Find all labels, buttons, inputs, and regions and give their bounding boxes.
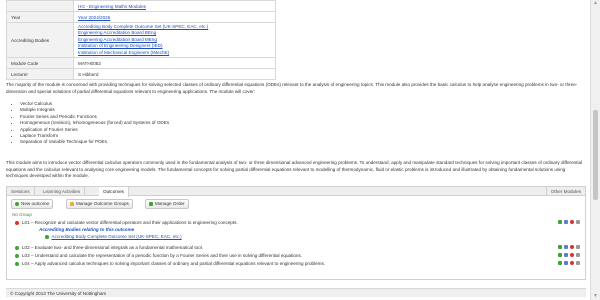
accrediting-body-link[interactable]: Engineering Accreditation Board BEng: [78, 30, 156, 35]
status-icon: [15, 253, 19, 258]
accrediting-body-link[interactable]: Engineering Accreditation Board MEng: [78, 37, 157, 42]
status-icon: [15, 220, 19, 225]
tab-learning-activities[interactable]: Learning Activities: [39, 187, 86, 196]
edit-icon[interactable]: [558, 261, 562, 265]
accrediting-body-link[interactable]: Institution of Engineering Designers (IE…: [78, 43, 163, 48]
delete-icon[interactable]: [570, 253, 574, 257]
row-actions: [556, 261, 580, 268]
outcome-text: L03 – Understand and calculate the repre…: [22, 253, 303, 258]
accrediting-body-link[interactable]: Institution of Mechanical Engineers (IMe…: [78, 50, 169, 55]
new-outcome-button[interactable]: New outcome: [11, 199, 54, 209]
delete-icon[interactable]: [570, 220, 574, 224]
outcome-accrediting-item: Accrediting Body Complete Outcome Set (U…: [45, 234, 182, 239]
edit-icon[interactable]: [558, 253, 562, 257]
delete-icon[interactable]: [570, 261, 574, 265]
outcome-row[interactable]: L04 – Apply advanced calculus techniques…: [15, 260, 580, 267]
lecturer-value: S Hibberd: [73, 68, 276, 81]
programme-value: HG - Engineering Maths Modules: [73, 0, 276, 12]
topic-list: Vector Calculus Multiple Integrals Fouri…: [6, 101, 169, 146]
delete-icon[interactable]: [570, 245, 574, 249]
scrollbar[interactable]: ▲ ▼: [590, 0, 600, 300]
accrediting-body-link[interactable]: Accrediting Body Complete Outcome Set (U…: [78, 24, 208, 29]
manage-order-button[interactable]: Manage Order: [145, 199, 189, 209]
module-description: The majority of the module is concerned …: [6, 82, 578, 94]
outcome-row[interactable]: L03 – Understand and calculate the repre…: [15, 252, 580, 259]
tab-other-modules[interactable]: Other Modules: [545, 187, 585, 196]
module-aims: This module aims to introduce vector dif…: [6, 160, 583, 179]
status-icon: [15, 261, 19, 266]
edit-icon[interactable]: [558, 220, 562, 224]
outcome-row[interactable]: L02 – Evaluate two- and three-dimensiona…: [15, 244, 580, 251]
outcome-text: L01 – Recognize and calculate vector dif…: [22, 220, 238, 225]
document-icon[interactable]: [576, 220, 580, 224]
document-icon[interactable]: [576, 261, 580, 265]
status-icon: [15, 245, 19, 250]
outcome-accrediting-link[interactable]: Accrediting Body Complete Outcome Set (U…: [52, 234, 182, 239]
module-page: HG - Engineering Maths Modules Year Year…: [6, 0, 586, 300]
manage-outcome-groups-button[interactable]: Manage Outcome Groups: [66, 199, 133, 209]
scroll-up-icon[interactable]: ▲: [593, 1, 598, 6]
manage-groups-label: Manage Outcome Groups: [76, 201, 129, 206]
link-icon[interactable]: [564, 220, 568, 224]
row-actions: [556, 253, 580, 260]
link-icon[interactable]: [564, 253, 568, 257]
row-actions: [556, 245, 580, 252]
programme-key: [6, 0, 74, 12]
new-outcome-label: New outcome: [21, 201, 50, 206]
folder-icon: [70, 201, 74, 206]
outcomes-panel: New outcome Manage Outcome Groups Manage…: [6, 196, 586, 280]
outcome-accrediting-label: Accrediting Bodies relating to this outc…: [39, 227, 135, 232]
year-link[interactable]: Year 2024/2025: [78, 15, 110, 20]
link-icon[interactable]: [564, 261, 568, 265]
lecturer-key: Lecturer: [6, 68, 74, 81]
year-key: Year: [6, 11, 74, 23]
accrediting-body-icon: [45, 235, 49, 239]
accrediting-bodies-value: Accrediting Body Complete Outcome Set (U…: [73, 21, 276, 59]
scroll-down-icon[interactable]: ▼: [593, 294, 598, 299]
group-label: No Group: [12, 212, 32, 217]
edit-icon[interactable]: [558, 245, 562, 249]
module-tabs: Sessions Learning Activities Outcomes Ot…: [6, 186, 586, 197]
add-icon: [15, 201, 19, 206]
footer: © Copyright 2013 The University of Notti…: [6, 288, 586, 297]
programme-link[interactable]: HG - Engineering Maths Modules: [78, 4, 146, 9]
module-code-key: Module Code: [6, 57, 74, 70]
accrediting-bodies-key: Accrediting Bodies: [6, 21, 74, 59]
tab-sessions[interactable]: Sessions: [7, 187, 35, 196]
outcome-row[interactable]: L01 – Recognize and calculate vector dif…: [15, 219, 580, 226]
topic-item: Homogeneous (revision), Inhomogeneous (f…: [20, 120, 169, 126]
year-value: Year 2024/2025: [73, 11, 276, 23]
topic-item: Separation of Variable Technique for PDE…: [20, 139, 169, 145]
manage-order-label: Manage Order: [155, 201, 185, 206]
module-code-value: MATH0082: [73, 57, 276, 70]
row-actions: [556, 220, 580, 227]
outcome-text: L02 – Evaluate two- and three-dimensiona…: [22, 245, 204, 250]
document-icon[interactable]: [576, 245, 580, 249]
outcome-text: L04 – Apply advanced calculus techniques…: [22, 261, 326, 266]
link-icon[interactable]: [564, 245, 568, 249]
module-info-table: HG - Engineering Maths Modules Year Year…: [6, 0, 276, 81]
document-icon[interactable]: [576, 253, 580, 257]
scroll-thumb[interactable]: [593, 110, 598, 200]
order-icon: [149, 201, 153, 206]
